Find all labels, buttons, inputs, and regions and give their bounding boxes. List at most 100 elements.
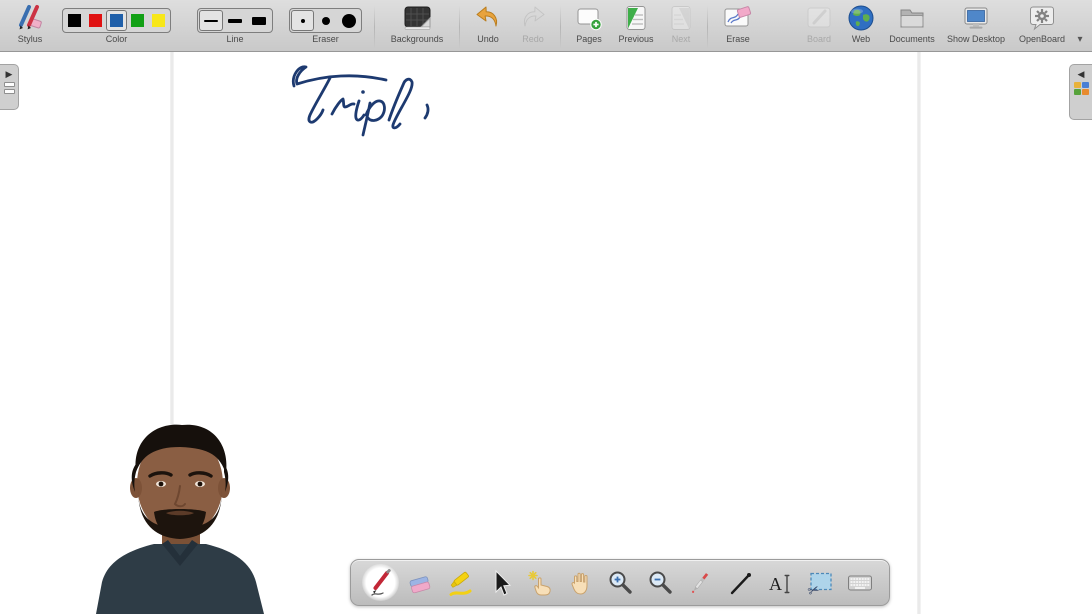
show-desktop-label: Show Desktop [947, 34, 1005, 44]
board-mode-icon [804, 3, 834, 33]
svg-text:A: A [769, 574, 782, 594]
previous-page-button[interactable]: Previous [612, 3, 660, 51]
pen-tool-button[interactable] [361, 563, 399, 603]
selector-tool-button[interactable] [481, 563, 519, 603]
whiteboard-canvas[interactable]: ▶ ◀ [0, 52, 1092, 614]
pan-hand-icon [566, 569, 594, 597]
eraser-group: Eraser [289, 3, 362, 51]
next-page-button[interactable]: Next [660, 3, 702, 51]
virtual-keyboard-tool-button[interactable] [841, 563, 879, 603]
triangle-right-icon: ▶ [6, 69, 13, 79]
presenter-webcam [84, 420, 276, 614]
triangle-left-icon: ◀ [1078, 69, 1085, 79]
line-thin[interactable] [199, 10, 223, 31]
chevron-down-icon: ▾ [1077, 34, 1082, 45]
redo-icon [518, 3, 548, 33]
pages-label: Pages [576, 34, 602, 44]
zoom-in-icon [606, 569, 634, 597]
stylus-label: Stylus [18, 34, 43, 44]
color-swatch-red[interactable] [85, 10, 106, 31]
web-label: Web [852, 34, 870, 44]
backgrounds-button[interactable]: Backgrounds [380, 3, 454, 51]
eraser-large[interactable] [337, 10, 360, 31]
toolbar-caret-button[interactable]: ▾ [1074, 3, 1086, 51]
previous-page-icon [621, 3, 651, 33]
next-page-label: Next [672, 34, 691, 44]
documents-label: Documents [889, 34, 935, 44]
undo-button[interactable]: Undo [465, 3, 511, 51]
top-toolbar: Stylus Color Line [0, 0, 1092, 52]
line-thick[interactable] [247, 10, 271, 31]
line-icon [726, 569, 754, 597]
backgrounds-label: Backgrounds [391, 34, 444, 44]
openboard-window: Stylus Color Line [0, 0, 1092, 614]
eraser-icon [406, 569, 434, 597]
eraser-options [289, 8, 362, 33]
documents-folder-icon [897, 3, 927, 33]
line-tool-button[interactable] [721, 563, 759, 603]
toolbar-separator [707, 5, 708, 49]
previous-page-label: Previous [618, 34, 653, 44]
highlighter-tool-button[interactable] [441, 563, 479, 603]
next-page-icon [666, 3, 696, 33]
redo-button[interactable]: Redo [511, 3, 555, 51]
laser-pointer-icon [686, 569, 714, 597]
stylus-palette-toolbar: A ✂ [350, 559, 890, 606]
line-label: Line [226, 34, 243, 44]
web-globe-icon [846, 3, 876, 33]
pen-icon [366, 569, 394, 597]
scroll-hand-tool-button[interactable] [561, 563, 599, 603]
zoom-out-icon [646, 569, 674, 597]
interact-tool-button[interactable] [521, 563, 559, 603]
capture-tool-button[interactable]: ✂ [801, 563, 839, 603]
web-button[interactable]: Web [840, 3, 882, 51]
interact-hand-icon [526, 569, 554, 597]
eraser-small[interactable] [291, 10, 314, 31]
documents-button[interactable]: Documents [882, 3, 942, 51]
toolbar-separator [560, 5, 561, 49]
openboard-menu-button[interactable]: OpenBoard [1010, 3, 1074, 51]
redo-label: Redo [522, 34, 544, 44]
stylus-button[interactable]: Stylus [8, 3, 52, 51]
eraser-label: Eraser [312, 34, 339, 44]
erase-button[interactable]: Erase [713, 3, 763, 51]
laser-pointer-tool-button[interactable] [681, 563, 719, 603]
board-mode-button[interactable]: Board [798, 3, 840, 51]
color-swatches [62, 8, 171, 33]
keyboard-icon [846, 569, 874, 597]
line-medium[interactable] [223, 10, 247, 31]
color-label: Color [106, 34, 128, 44]
line-group: Line [197, 3, 273, 51]
erase-label: Erase [726, 34, 750, 44]
color-group: Color [62, 3, 171, 51]
pages-button[interactable]: Pages [566, 3, 612, 51]
color-swatch-black[interactable] [64, 10, 85, 31]
zoom-out-tool-button[interactable] [641, 563, 679, 603]
eraser-medium[interactable] [314, 10, 337, 31]
page-thumbnails-icon [4, 82, 15, 94]
stylus-icon [15, 3, 45, 33]
show-desktop-button[interactable]: Show Desktop [942, 3, 1010, 51]
text-tool-button[interactable]: A [761, 563, 799, 603]
board-mode-label: Board [807, 34, 831, 44]
page-navigator-tab[interactable]: ▶ [0, 64, 19, 110]
backgrounds-icon [401, 3, 433, 33]
text-icon: A [766, 569, 794, 597]
highlighter-icon [446, 569, 474, 597]
undo-icon [473, 3, 503, 33]
arrow-cursor-icon [486, 569, 514, 597]
color-swatch-yellow[interactable] [148, 10, 169, 31]
color-swatch-blue[interactable] [106, 10, 127, 31]
capture-scissors-icon: ✂ [806, 569, 834, 597]
openboard-gear-icon [1027, 3, 1057, 33]
toolbar-separator [374, 5, 375, 49]
color-swatch-green[interactable] [127, 10, 148, 31]
library-tab[interactable]: ◀ [1069, 64, 1092, 120]
eraser-tool-button[interactable] [401, 563, 439, 603]
show-desktop-monitor-icon [961, 3, 991, 33]
toolbar-separator [459, 5, 460, 49]
undo-label: Undo [477, 34, 499, 44]
erase-icon [722, 3, 754, 33]
zoom-in-tool-button[interactable] [601, 563, 639, 603]
library-icon [1074, 82, 1089, 95]
